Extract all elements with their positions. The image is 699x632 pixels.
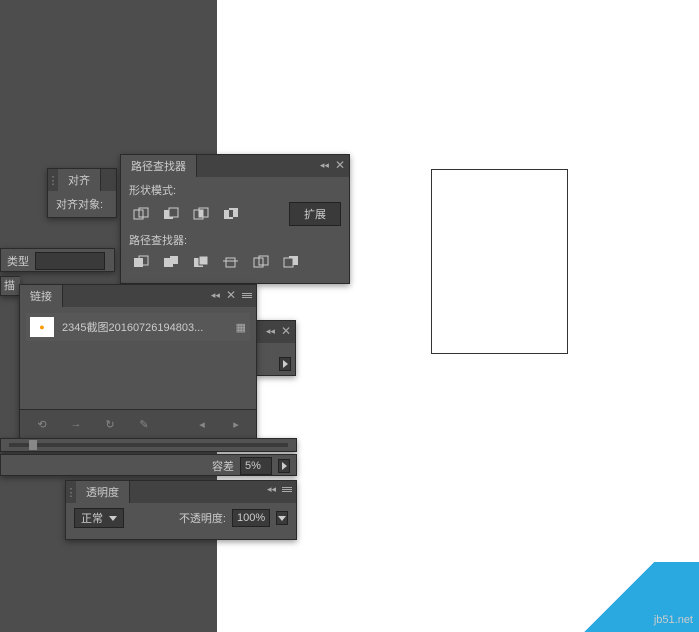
opacity-stepper[interactable] [276,511,288,525]
merge-icon[interactable] [189,252,213,272]
next-icon[interactable]: ▸ [224,414,248,434]
watermark-text: jb51.net [654,614,693,626]
links-panel: 链接 ◂◂ ✕ ● 2345截图20160726194803... ▦ ⟲ → … [19,284,257,439]
tolerance-panel: 容差 [0,454,297,476]
tolerance-label: 容差 [212,458,234,474]
divide-icon[interactable] [129,252,153,272]
tab-transparency[interactable]: 透明度 [76,481,130,503]
background-panel: ◂◂ ✕ [256,320,296,376]
align-objects-label: 对齐对象: [56,196,108,212]
relink-icon[interactable]: ⟲ [30,414,54,434]
collapse-icon[interactable]: ◂◂ [320,160,329,171]
minus-front-icon[interactable] [159,204,183,224]
type-label: 类型 [7,253,29,269]
tab-links[interactable]: 链接 [20,285,63,307]
opacity-label: 不透明度: [179,510,226,526]
panel-grip-icon[interactable]: ⋮ [48,174,58,187]
collapse-icon[interactable]: ◂◂ [211,290,220,301]
tolerance-input[interactable] [240,457,272,475]
stroke-label: 描 [1,277,18,295]
collapse-icon[interactable]: ◂◂ [267,484,276,495]
type-panel: 类型 [0,248,115,272]
intersect-icon[interactable] [189,204,213,224]
opacity-input[interactable] [232,509,270,527]
close-icon[interactable]: ✕ [335,158,345,172]
goto-link-icon[interactable]: → [64,414,88,434]
crop-icon[interactable] [219,252,243,272]
minus-back-icon[interactable] [279,252,303,272]
play-icon[interactable] [279,357,291,371]
close-icon[interactable]: ✕ [281,324,291,338]
link-thumbnail: ● [30,317,54,337]
blend-mode-select[interactable]: 正常 [74,508,124,528]
exclude-icon[interactable] [219,204,243,224]
align-panel: ⋮ 对齐 对齐对象: [47,168,117,218]
chevron-right-icon[interactable] [278,459,290,473]
embedded-icon: ▦ [236,321,246,334]
pathfinder-panel: 路径查找器 ◂◂ ✕ 形状模式: 扩展 路径查找器: [120,154,350,284]
shape-modes-label: 形状模式: [129,182,341,198]
update-link-icon[interactable]: ↻ [98,414,122,434]
collapse-icon[interactable]: ◂◂ [266,326,275,337]
link-item[interactable]: ● 2345截图20160726194803... ▦ [26,313,250,341]
prev-icon[interactable]: ◂ [190,414,214,434]
blend-mode-value: 正常 [81,510,103,526]
transparency-panel: ⋮ 透明度 ◂◂ 正常 不透明度: [65,480,297,540]
edit-original-icon[interactable]: ✎ [132,414,156,434]
link-filename: 2345截图20160726194803... [62,319,203,335]
expand-button[interactable]: 扩展 [289,202,341,226]
trim-icon[interactable] [159,252,183,272]
chevron-down-icon [109,516,117,521]
pathfinders-label: 路径查找器: [129,232,341,248]
slider-strip-1[interactable] [0,438,297,452]
watermark: jb51.net [539,562,699,632]
close-icon[interactable]: ✕ [226,288,236,302]
artboard-rectangle[interactable] [431,169,568,354]
stroke-panel-partial: 描 [0,276,20,296]
panel-grip-icon[interactable]: ⋮ [66,486,76,499]
panel-menu-icon[interactable] [282,487,292,492]
unite-icon[interactable] [129,204,153,224]
tab-pathfinder[interactable]: 路径查找器 [121,155,197,177]
panel-menu-icon[interactable] [242,293,252,298]
outline-icon[interactable] [249,252,273,272]
tab-align[interactable]: 对齐 [58,169,101,191]
type-input[interactable] [35,252,105,270]
